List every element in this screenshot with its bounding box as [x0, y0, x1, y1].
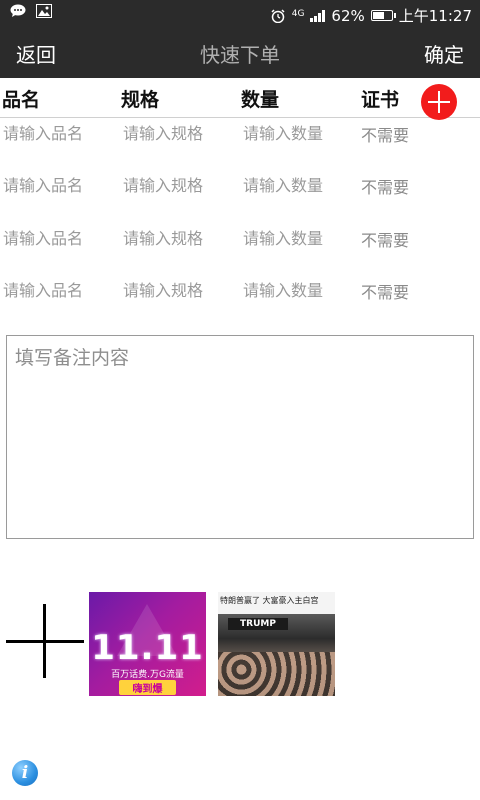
add-row-button[interactable] [421, 84, 457, 120]
spec-input[interactable] [123, 225, 233, 251]
promo-big-text: 11.11 [91, 628, 204, 668]
promo-line-1: 百万话费.万G流量 [111, 670, 184, 680]
signal-icon [310, 9, 326, 22]
image-icon [36, 4, 52, 18]
news-sign: TRUMP [228, 618, 288, 630]
remark-textarea[interactable] [7, 336, 473, 538]
add-photo-button[interactable] [6, 604, 84, 678]
promo-line-2: 嗨到爆 [119, 680, 176, 695]
battery-percent: 62% [331, 6, 365, 25]
table-header: 品名 规格 数量 证书 [0, 78, 480, 118]
status-bar: 4G 62% 上午11:27 [0, 0, 480, 28]
name-input[interactable] [3, 225, 113, 251]
remark-box [6, 335, 474, 539]
crowd-graphic [218, 652, 335, 696]
name-input[interactable] [3, 172, 113, 198]
page-title: 快速下单 [200, 43, 280, 67]
battery-icon [370, 10, 396, 21]
column-header-name: 品名 [2, 89, 41, 111]
news-caption: 特朗普赢了 大富豪入主白宫 [220, 596, 319, 605]
clock: 上午11:27 [398, 7, 472, 25]
table-row: 不需要 [0, 277, 480, 307]
column-header-spec: 规格 [121, 89, 160, 111]
column-header-quantity: 数量 [241, 89, 280, 111]
column-header-certificate: 证书 [361, 89, 400, 111]
image-thumbnail-news[interactable]: 特朗普赢了 大富豪入主白宫 TRUMP [218, 592, 335, 696]
quantity-input[interactable] [243, 172, 353, 198]
table-row: 不需要 [0, 172, 480, 202]
image-thumbnail-promo[interactable]: 11.11 百万话费.万G流量 嗨到爆 [89, 592, 206, 696]
quantity-input[interactable] [243, 277, 353, 303]
name-input[interactable] [3, 120, 113, 146]
table-row: 不需要 [0, 225, 480, 255]
network-type: 4G [291, 8, 305, 19]
certificate-select[interactable]: 不需要 [361, 227, 409, 251]
certificate-select[interactable]: 不需要 [361, 279, 409, 303]
spec-input[interactable] [123, 120, 233, 146]
table-row: 不需要 [0, 120, 480, 150]
confirm-button[interactable]: 确定 [424, 39, 464, 68]
certificate-select[interactable]: 不需要 [361, 174, 409, 198]
quantity-input[interactable] [243, 120, 353, 146]
nav-bar: 返回 快速下单 确定 [0, 28, 480, 78]
spec-input[interactable] [123, 172, 233, 198]
alarm-icon [270, 8, 286, 23]
spec-input[interactable] [123, 277, 233, 303]
quantity-input[interactable] [243, 225, 353, 251]
info-icon[interactable]: i [12, 760, 38, 786]
name-input[interactable] [3, 277, 113, 303]
chat-icon [10, 4, 26, 18]
certificate-select[interactable]: 不需要 [361, 122, 409, 146]
